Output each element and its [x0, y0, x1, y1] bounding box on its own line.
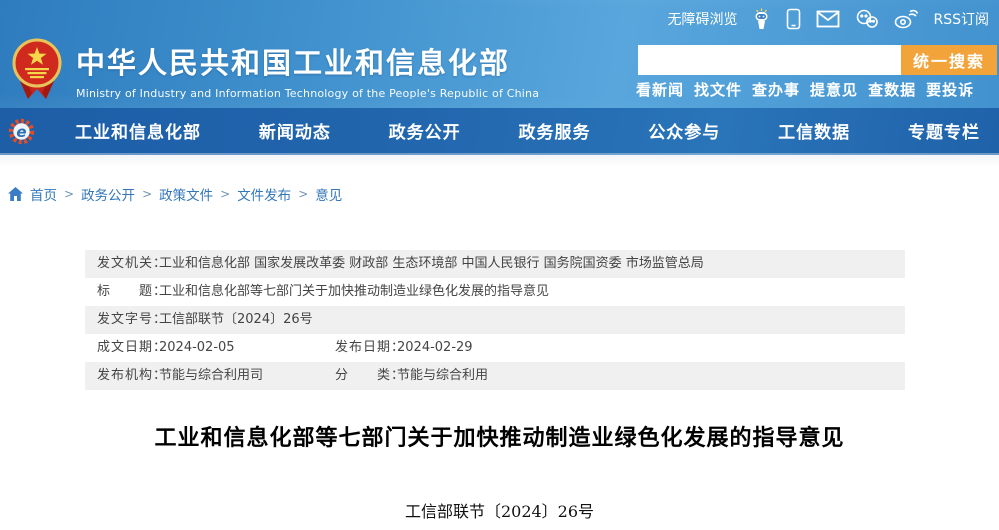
meta-value: 工业和信息化部 国家发展改革委 财政部 生态环境部 中国人民银行 国务院国资委 …	[159, 256, 704, 271]
meta-row-issuing-agency: 发文机关： 工业和信息化部 国家发展改革委 财政部 生态环境部 中国人民银行 国…	[85, 250, 905, 278]
article-title: 工业和信息化部等七部门关于加快推动制造业绿色化发展的指导意见	[154, 426, 845, 451]
meta-label: 发文机关：	[97, 256, 168, 271]
meta-row-title: 标 题： 工业和信息化部等七部门关于加快推动制造业绿色化发展的指导意见	[85, 278, 905, 306]
document-meta-table: 发文机关： 工业和信息化部 国家发展改革委 财政部 生态环境部 中国人民银行 国…	[85, 250, 905, 390]
meta-value: 2024-02-29	[397, 340, 473, 355]
meta-label: 发布日期：	[335, 340, 406, 355]
quick-link-data[interactable]: 查数据	[868, 79, 916, 100]
accessibility-link[interactable]: 无障碍浏览	[667, 9, 737, 29]
meta-value: 工信部联节〔2024〕26号	[159, 312, 313, 327]
breadcrumb-home[interactable]: 首页	[30, 184, 57, 204]
miit-gov-page: 无障碍浏览 RSS订阅 中华人民共和国工业和信息化部 Ministry of I…	[0, 0, 999, 530]
quick-link-services[interactable]: 查办事	[752, 79, 800, 100]
meta-label: 标 题：	[97, 284, 168, 299]
nav-item-gov-affairs[interactable]: 政务公开	[389, 118, 461, 143]
nav-items: 工业和信息化部 新闻动态 政务公开 政务服务 公众参与 工信数据 专题专栏	[75, 108, 980, 153]
article-doc-number: 工信部联节〔2024〕26号	[404, 502, 595, 521]
nav-item-news[interactable]: 新闻动态	[259, 118, 331, 143]
robot-mascot-icon[interactable]	[752, 8, 771, 30]
national-emblem-logo	[10, 37, 64, 105]
breadcrumb-separator: >	[142, 187, 153, 201]
unified-search: 统一搜索	[638, 45, 997, 75]
quick-link-news[interactable]: 看新闻	[636, 79, 684, 100]
quick-link-feedback[interactable]: 提意见	[810, 79, 858, 100]
breadcrumb-separator: >	[220, 187, 231, 201]
meta-value: 节能与综合利用	[397, 368, 489, 383]
quick-link-files[interactable]: 找文件	[694, 79, 742, 100]
nav-item-gov-services[interactable]: 政务服务	[518, 118, 590, 143]
search-button[interactable]: 统一搜索	[901, 45, 997, 75]
breadcrumb-file-release[interactable]: 文件发布	[237, 184, 291, 204]
breadcrumb-gov-affairs[interactable]: 政务公开	[81, 184, 135, 204]
svg-text:e: e	[16, 123, 26, 141]
meta-label: 分 类：	[335, 368, 406, 383]
mail-icon[interactable]	[816, 10, 840, 28]
weibo-icon[interactable]	[894, 9, 919, 29]
meta-row-publisher: 发布机构： 节能与综合利用司 分 类： 节能与综合利用	[85, 362, 905, 390]
nav-bottom-strip	[0, 155, 999, 167]
nav-item-special-topics[interactable]: 专题专栏	[908, 118, 980, 143]
search-input[interactable]	[638, 45, 901, 75]
rss-link[interactable]: RSS订阅	[933, 9, 989, 29]
meta-value: 2024-02-05	[159, 340, 235, 355]
meta-value: 节能与综合利用司	[159, 368, 264, 383]
home-icon	[8, 187, 23, 201]
meta-row-doc-number: 发文字号： 工信部联节〔2024〕26号	[85, 306, 905, 334]
site-title-en: Ministry of Industry and Information Tec…	[76, 87, 540, 100]
meta-label: 发布机构：	[97, 368, 168, 383]
mobile-icon[interactable]	[786, 8, 801, 30]
nav-item-public-participation[interactable]: 公众参与	[648, 118, 720, 143]
utility-topbar: 无障碍浏览 RSS订阅	[667, 6, 989, 32]
breadcrumb-policy-files[interactable]: 政策文件	[159, 184, 213, 204]
nav-item-miit-data[interactable]: 工信数据	[778, 118, 850, 143]
site-header: 无障碍浏览 RSS订阅 中华人民共和国工业和信息化部 Ministry of I…	[0, 0, 999, 108]
meta-label: 成文日期：	[97, 340, 168, 355]
nav-item-miit[interactable]: 工业和信息化部	[75, 118, 201, 143]
breadcrumb-separator: >	[64, 187, 75, 201]
meta-row-dates: 成文日期： 2024-02-05 发布日期： 2024-02-29	[85, 334, 905, 362]
primary-nav: e 工业和信息化部 新闻动态 政务公开 政务服务 公众参与 工信数据 专题专栏	[0, 108, 999, 155]
meta-value: 工业和信息化部等七部门关于加快推动制造业绿色化发展的指导意见	[159, 284, 550, 299]
breadcrumb-separator: >	[298, 187, 309, 201]
site-title-block: 中华人民共和国工业和信息化部 Ministry of Industry and …	[76, 40, 539, 100]
quick-link-complaint[interactable]: 要投诉	[926, 79, 974, 100]
quick-links: 看新闻 找文件 查办事 提意见 查数据 要投诉	[636, 79, 974, 100]
breadcrumb: 首页 > 政务公开 > 政策文件 > 文件发布 > 意见	[8, 184, 342, 204]
breadcrumb-opinions[interactable]: 意见	[315, 184, 342, 204]
miit-gear-e-icon: e	[8, 118, 35, 149]
meta-label: 发文字号：	[97, 312, 168, 327]
wechat-icon[interactable]	[855, 9, 879, 29]
site-title-cn: 中华人民共和国工业和信息化部	[76, 46, 511, 80]
